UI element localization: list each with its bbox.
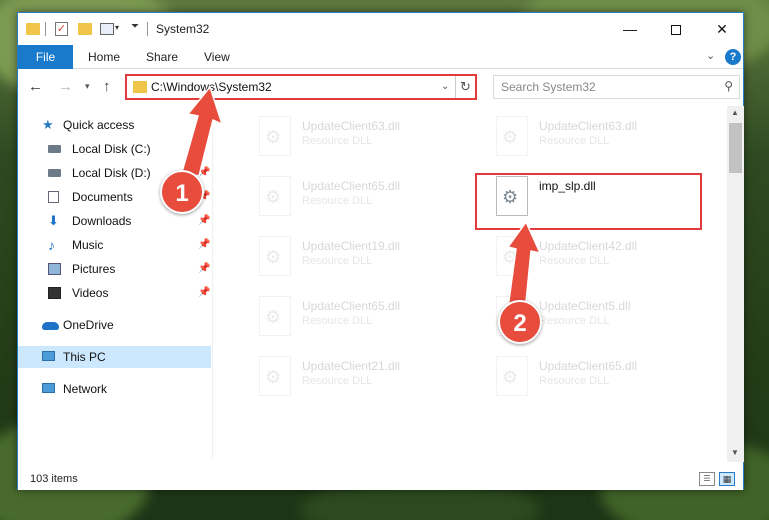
- step-2-badge: 2: [498, 300, 542, 344]
- annotation-arrows: [181, 85, 542, 313]
- step-1-badge: 1: [160, 170, 204, 214]
- arrow-to-file: [506, 220, 542, 313]
- arrow-to-address-bar: [181, 85, 224, 177]
